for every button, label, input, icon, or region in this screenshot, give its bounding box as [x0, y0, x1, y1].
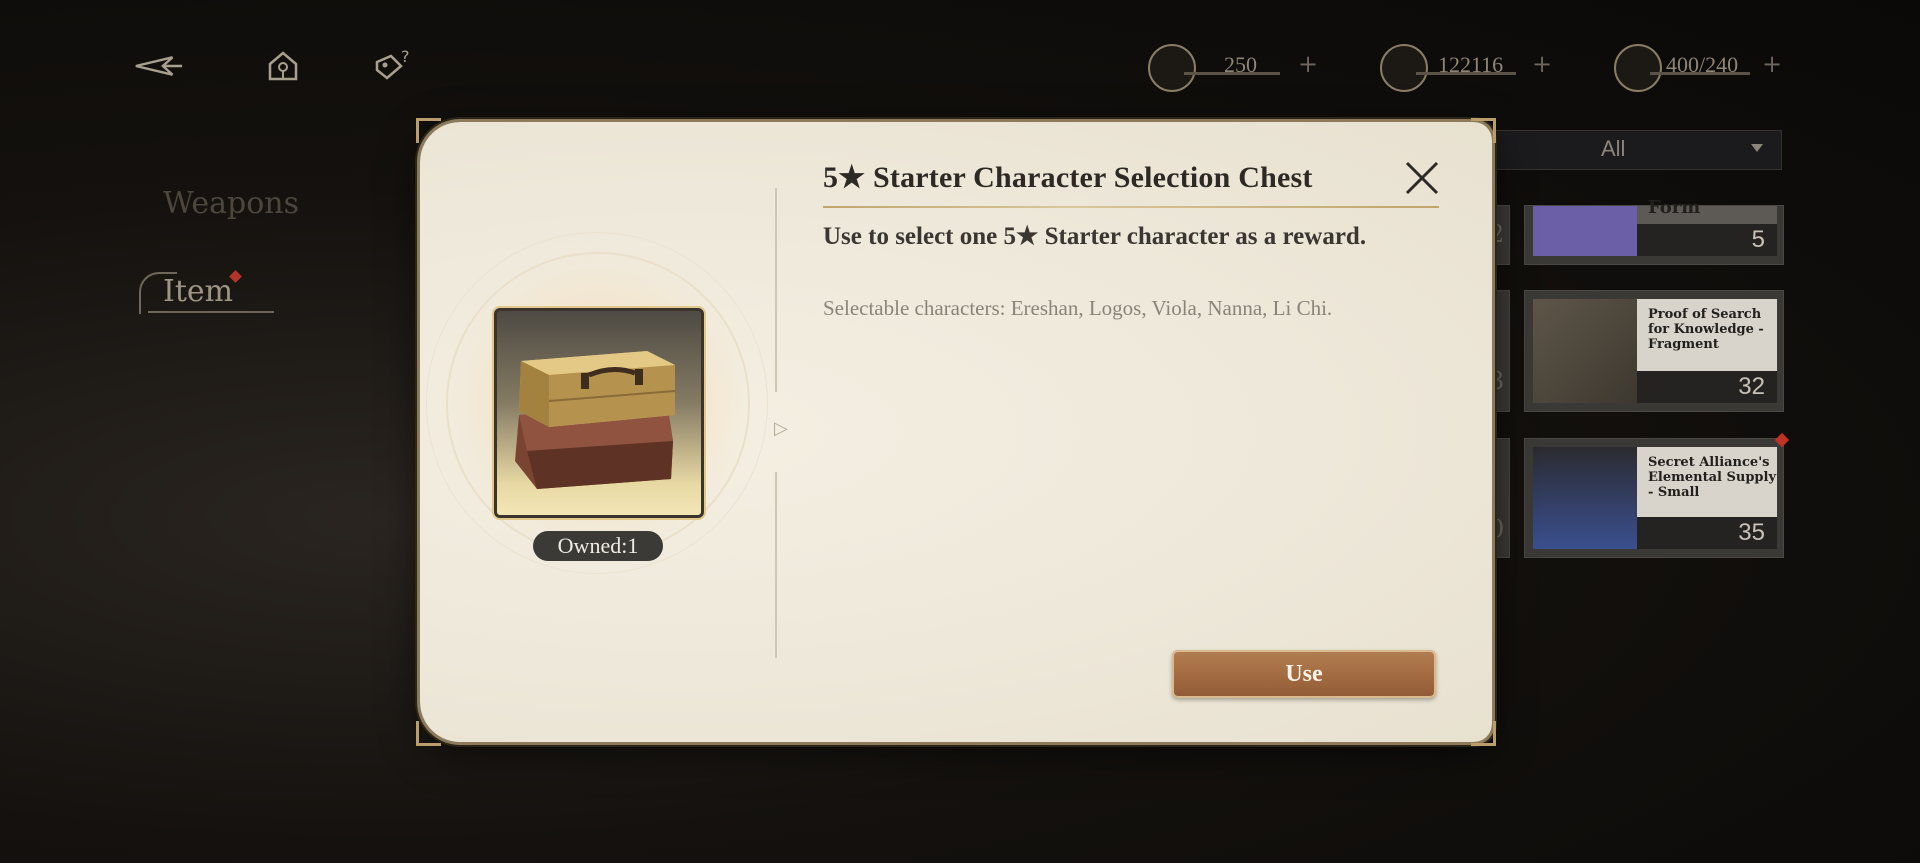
vertical-divider	[775, 188, 777, 392]
title-underline	[823, 206, 1439, 208]
tag-help-icon[interactable]: ?	[368, 44, 418, 88]
item-count: 35	[1637, 517, 1777, 549]
inventory-card[interactable]: Form 5	[1524, 199, 1784, 265]
item-count: 5	[1637, 224, 1777, 256]
lantern-icon	[1614, 44, 1662, 92]
selectable-characters: Selectable characters: Ereshan, Logos, V…	[823, 296, 1333, 320]
corner-ornament	[1471, 118, 1496, 143]
scroll-item-icon	[1533, 299, 1637, 403]
inventory-card[interactable]: Proof of Search for Knowledge - Fragment…	[1524, 290, 1784, 412]
home-icon[interactable]	[258, 44, 308, 88]
item-name: Proof of Search for Knowledge - Fragment	[1648, 307, 1764, 352]
item-image	[494, 308, 704, 518]
coin-value: 122116	[1438, 52, 1504, 77]
capacity-resource: 400/240 +	[1614, 44, 1784, 92]
vertical-divider	[775, 472, 777, 658]
coin-resource: 122116 +	[1380, 44, 1552, 92]
quill-icon	[1148, 44, 1196, 92]
item-description: Use to select one 5★ Starter character a…	[823, 223, 1367, 250]
coin-icon	[1380, 44, 1428, 92]
item-thumbnail	[1533, 206, 1637, 256]
item-name: Secret Alliance's Elemental Supply - Sma…	[1648, 455, 1777, 500]
filter-dropdown[interactable]: All	[1490, 130, 1782, 170]
corner-ornament	[416, 118, 441, 143]
supply-chest-icon	[1533, 447, 1637, 549]
filter-label: All	[1601, 136, 1626, 161]
capacity-plus-button[interactable]: +	[1762, 50, 1782, 78]
back-arrow-icon[interactable]	[134, 44, 184, 88]
sidebar-item-item[interactable]: Item	[163, 274, 233, 309]
new-indicator-dot	[1774, 432, 1790, 448]
item-count: 32	[1637, 371, 1777, 403]
close-icon[interactable]	[1402, 158, 1442, 198]
suitcase-chest-icon	[515, 351, 676, 489]
owned-count-badge: Owned:1	[533, 531, 663, 561]
play-arrow-icon: ▷	[774, 418, 788, 439]
corner-ornament	[1471, 721, 1496, 746]
corner-ornament	[416, 721, 441, 746]
sidebar-item-weapons[interactable]: Weapons	[163, 186, 299, 221]
coin-plus-button[interactable]: +	[1532, 50, 1552, 78]
svg-text:?: ?	[401, 48, 410, 66]
stamina-resource: 250 +	[1148, 44, 1318, 92]
use-button[interactable]: Use	[1172, 650, 1436, 698]
item-name: Form	[1648, 197, 1701, 218]
inventory-card[interactable]: Secret Alliance's Elemental Supply - Sma…	[1524, 432, 1790, 558]
nav-underline	[148, 311, 274, 313]
chevron-down-icon	[1751, 144, 1763, 152]
dialog-title: 5★ Starter Character Selection Chest	[823, 161, 1313, 194]
stamina-plus-button[interactable]: +	[1298, 50, 1318, 78]
item-detail-dialog: Owned:1 ▷ 5★ Starter Character Selection…	[416, 118, 1496, 746]
stamina-value: 250	[1224, 52, 1257, 77]
capacity-value: 400/240	[1666, 52, 1739, 77]
